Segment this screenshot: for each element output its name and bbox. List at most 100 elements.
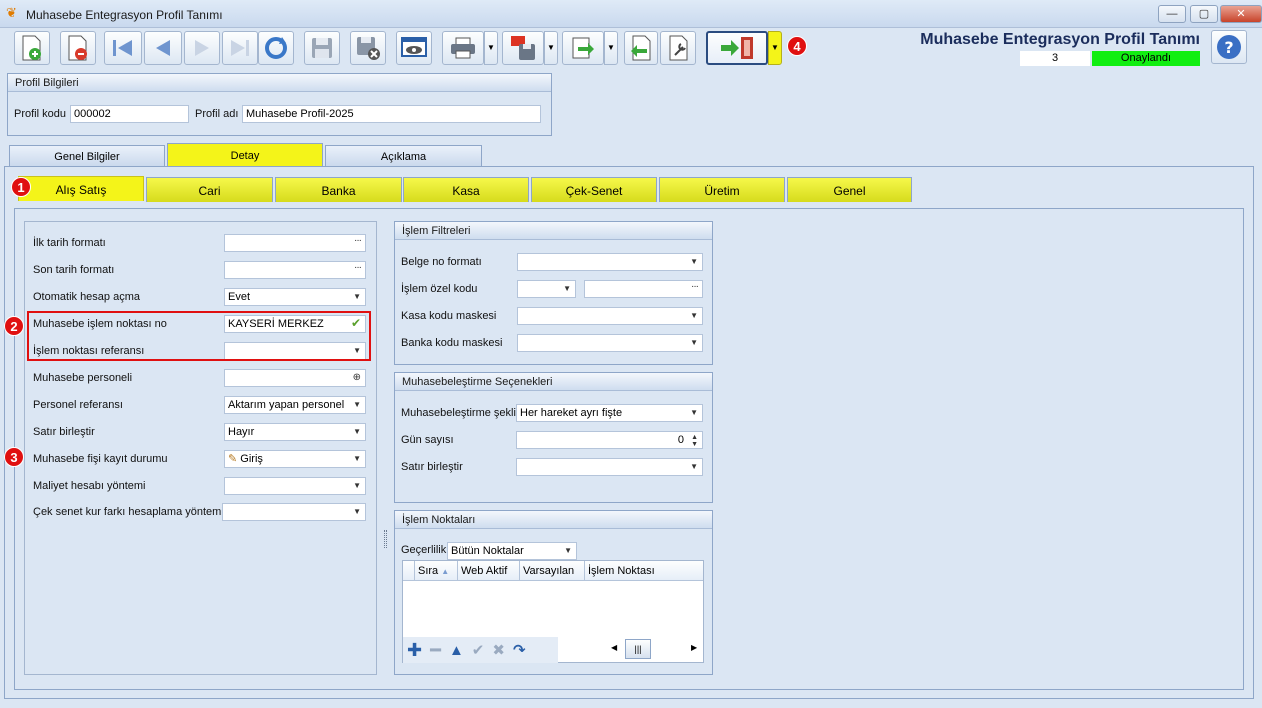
personel-ref-select[interactable]: Aktarım yapan personel ▼: [224, 396, 366, 414]
export-icon: [572, 37, 594, 59]
ilk-tarih-field[interactable]: ···: [224, 234, 366, 252]
chevron-down-icon: ▼: [690, 462, 698, 471]
refresh-grid-icon[interactable]: ↷: [513, 641, 526, 659]
minimize-button[interactable]: —: [1158, 5, 1186, 23]
son-tarih-label: Son tarih formatı: [33, 264, 115, 276]
horizontal-scrollbar-thumb[interactable]: |||: [625, 639, 651, 659]
pdf-save-button[interactable]: [502, 31, 544, 65]
maximize-button[interactable]: ▢: [1190, 5, 1218, 23]
chevron-down-icon: ▼: [563, 284, 571, 293]
belge-select[interactable]: ▼: [517, 253, 703, 271]
save-button[interactable]: [304, 31, 340, 65]
scroll-right-icon[interactable]: ▶: [691, 643, 697, 652]
ozel-code-field[interactable]: ···: [584, 280, 703, 298]
first-record-button[interactable]: [104, 31, 142, 65]
satir-select[interactable]: Hayır ▼: [224, 423, 366, 441]
tab-detay[interactable]: Detay: [167, 143, 323, 167]
previous-record-button[interactable]: [144, 31, 182, 65]
subtab-cek-senet[interactable]: Çek-Senet: [531, 177, 657, 202]
exit-button[interactable]: [706, 31, 768, 65]
pdf-dropdown[interactable]: ▼: [544, 31, 558, 65]
back-button[interactable]: [624, 31, 658, 65]
help-button[interactable]: ?: [1211, 30, 1247, 64]
first-record-icon: [113, 40, 132, 56]
sekil-select[interactable]: Her hareket ayrı fişte ▼: [516, 404, 703, 422]
kasa-select[interactable]: ▼: [517, 307, 703, 325]
add-row-icon[interactable]: ✚: [407, 640, 422, 661]
print-icon: [451, 37, 475, 59]
subtab-banka[interactable]: Banka: [275, 177, 402, 202]
satir2-select[interactable]: ▼: [516, 458, 703, 476]
tools-icon: [669, 35, 688, 61]
kasa-label: Kasa kodu maskesi: [401, 310, 497, 322]
cancel-icon[interactable]: ✖: [492, 641, 505, 659]
subtab-genel[interactable]: Genel: [787, 177, 912, 202]
ellipsis-icon[interactable]: ···: [354, 262, 362, 276]
profile-info-title: Profil Bilgileri: [8, 74, 551, 92]
next-record-button[interactable]: [184, 31, 220, 65]
back-icon: [631, 35, 651, 61]
lookup-icon[interactable]: ⊕: [353, 370, 361, 386]
otomatik-select[interactable]: Evet ▼: [224, 288, 366, 306]
subtab-cari[interactable]: Cari: [146, 177, 273, 202]
last-record-button[interactable]: [222, 31, 258, 65]
son-tarih-field[interactable]: ···: [224, 261, 366, 279]
spin-arrows-icon[interactable]: ▲ ▼: [691, 434, 698, 448]
gecerlilik-label: Geçerlilik: [401, 544, 447, 556]
personel-ref-label: Personel referansı: [33, 399, 123, 411]
next-record-icon: [195, 40, 209, 56]
tools-button[interactable]: [660, 31, 696, 65]
gun-value: 0: [677, 434, 684, 446]
preview-button[interactable]: [396, 31, 432, 65]
close-button[interactable]: ✕: [1220, 5, 1262, 23]
callout-badge-3: 3: [4, 447, 24, 467]
banka-select[interactable]: ▼: [517, 334, 703, 352]
callout-badge-1: 1: [11, 177, 31, 197]
print-button[interactable]: [442, 31, 484, 65]
refresh-icon: [265, 37, 287, 59]
ellipsis-icon[interactable]: ···: [691, 281, 699, 295]
new-record-button[interactable]: [14, 31, 50, 65]
confirm-icon[interactable]: ✔: [472, 641, 485, 659]
scroll-left-icon[interactable]: ◀: [611, 643, 617, 652]
page-title: Muhasebe Entegrasyon Profil Tanımı: [920, 31, 1200, 48]
export-dropdown[interactable]: ▼: [604, 31, 618, 65]
export-button[interactable]: [562, 31, 604, 65]
move-up-icon[interactable]: ▲: [449, 642, 464, 659]
exit-dropdown[interactable]: ▼: [768, 31, 782, 65]
splitter-handle[interactable]: [384, 530, 387, 548]
chevron-down-icon: ▼: [690, 257, 698, 266]
ozel-select[interactable]: ▼: [517, 280, 576, 298]
column-header-islem-noktasi[interactable]: İşlem Noktası: [585, 561, 703, 581]
delete-record-icon: [68, 35, 87, 61]
column-header-sira[interactable]: Sıra ▲: [415, 561, 458, 581]
previous-record-icon: [156, 40, 170, 56]
delete-record-button[interactable]: [60, 31, 96, 65]
print-dropdown[interactable]: ▼: [484, 31, 498, 65]
ellipsis-icon[interactable]: ···: [354, 235, 362, 249]
column-header-web-aktif[interactable]: Web Aktif: [458, 561, 520, 581]
chevron-down-icon: ▼: [690, 408, 698, 417]
column-header-varsayilan[interactable]: Varsayılan: [520, 561, 585, 581]
tab-genel-bilgiler[interactable]: Genel Bilgiler: [9, 145, 165, 167]
cek-label: Çek senet kur farkı hesaplama yöntemi: [33, 506, 224, 518]
subtab-uretim[interactable]: Üretim: [659, 177, 785, 202]
subtab-kasa[interactable]: Kasa: [403, 177, 529, 202]
callout-badge-2: 2: [4, 316, 24, 336]
profile-name-field[interactable]: Muhasebe Profil-2025: [242, 105, 541, 123]
fis-select[interactable]: ✎ Giriş ▼: [224, 450, 366, 468]
tab-aciklama[interactable]: Açıklama: [325, 145, 482, 167]
maliyet-select[interactable]: ▼: [224, 477, 366, 495]
gun-spin[interactable]: 0 ▲ ▼: [516, 431, 703, 449]
subtab-alis-satis[interactable]: Alış Satış: [18, 176, 144, 201]
profile-code-field[interactable]: 000002: [70, 105, 189, 123]
refresh-button[interactable]: [258, 31, 294, 65]
remove-row-icon[interactable]: ━: [430, 640, 441, 661]
gecerlilik-select[interactable]: Bütün Noktalar ▼: [447, 542, 577, 560]
personel-field[interactable]: ⊕: [224, 369, 366, 387]
save-close-button[interactable]: [350, 31, 386, 65]
maliyet-label: Maliyet hesabı yöntemi: [33, 480, 146, 492]
cek-select[interactable]: ▼: [222, 503, 366, 521]
new-record-icon: [22, 35, 41, 61]
profile-name-label: Profil adı: [195, 108, 239, 120]
